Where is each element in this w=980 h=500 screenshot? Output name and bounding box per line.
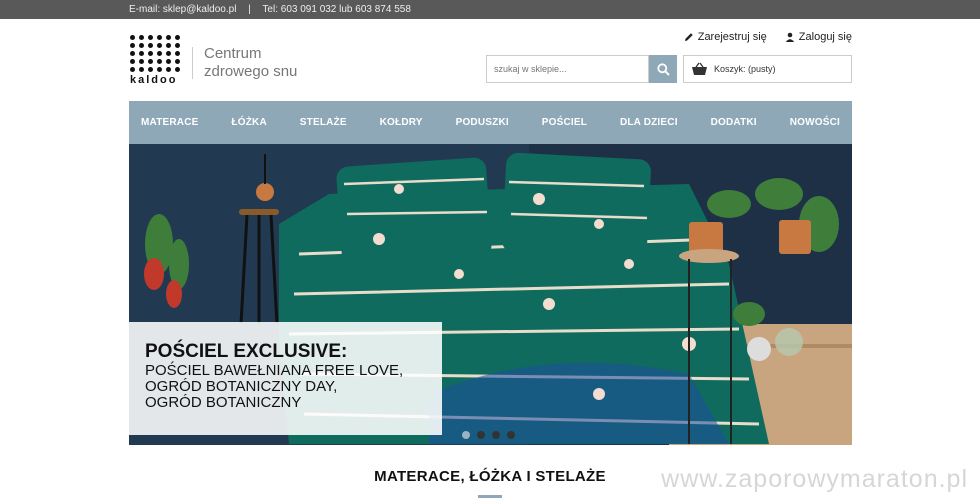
login-link[interactable]: Zaloguj się: [785, 31, 852, 43]
watermark: www.zaporowymaraton.pl: [661, 465, 968, 493]
hero-caption[interactable]: POŚCIEL EXCLUSIVE: POŚCIEL BAWEŁNIANA FR…: [129, 322, 442, 435]
hero-line-3: OGRÓD BOTANICZNY: [145, 394, 302, 411]
contact-separator: |: [248, 4, 251, 15]
nav-item-poduszki[interactable]: PODUSZKI: [456, 117, 509, 128]
section-title-underline: [478, 495, 502, 498]
slider-dot-3[interactable]: [492, 431, 500, 439]
nav-item-nowosci[interactable]: NOWOŚCI: [790, 117, 840, 128]
tagline-line-1: Centrum: [204, 45, 262, 62]
logo-wordmark: kaldoo: [130, 74, 178, 86]
logo-dots-icon: [130, 35, 180, 72]
basket-icon: [692, 62, 707, 75]
slider-dots: [462, 431, 515, 439]
cart-box[interactable]: Koszyk: (pusty): [683, 55, 852, 83]
nav-item-dodatki[interactable]: DODATKI: [711, 117, 757, 128]
main-nav: MATERACE ŁÓŻKA STELAŻE KOŁDRY PODUSZKI P…: [129, 101, 852, 144]
search-form: [486, 55, 677, 83]
search-button[interactable]: [649, 55, 677, 83]
hero-line-2: OGRÓD BOTANICZNY DAY,: [145, 378, 338, 395]
nav-item-koldry[interactable]: KOŁDRY: [380, 117, 423, 128]
nav-item-posciel[interactable]: POŚCIEL: [542, 117, 587, 128]
nav-item-dla-dzieci[interactable]: DLA DZIECI: [620, 117, 678, 128]
top-contact-bar: E-mail: sklep@kaldoo.pl | Tel: 603 091 0…: [0, 0, 980, 19]
kaldoo-logo[interactable]: kaldoo: [130, 35, 180, 87]
cart-label: Koszyk: (pusty): [714, 64, 776, 74]
pencil-icon: [684, 33, 693, 41]
nav-item-stelaze[interactable]: STELAŻE: [300, 117, 347, 128]
user-icon: [785, 32, 794, 42]
site-header: kaldoo Centrum zdrowego snu Zarejestruj …: [0, 19, 980, 101]
hero-title: POŚCIEL EXCLUSIVE:: [145, 341, 348, 362]
hero-slider[interactable]: POŚCIEL EXCLUSIVE: POŚCIEL BAWEŁNIANA FR…: [129, 144, 852, 445]
logo-divider: [192, 47, 193, 79]
nav-item-lozka[interactable]: ŁÓŻKA: [231, 117, 266, 128]
login-label: Zaloguj się: [798, 31, 852, 43]
search-icon: [656, 62, 670, 76]
tagline: Centrum zdrowego snu: [204, 45, 297, 81]
register-label: Zarejestruj się: [697, 31, 767, 43]
search-input[interactable]: [486, 55, 649, 83]
nav-item-materace[interactable]: MATERACE: [141, 117, 199, 128]
slider-dot-1[interactable]: [462, 431, 470, 439]
contact-email[interactable]: E-mail: sklep@kaldoo.pl: [129, 4, 236, 15]
hero-line-1: POŚCIEL BAWEŁNIANA FREE LOVE,: [145, 362, 404, 379]
contact-phone: Tel: 603 091 032 lub 603 874 558: [262, 4, 411, 15]
account-links: Zarejestruj się Zaloguj się: [684, 31, 852, 43]
register-link[interactable]: Zarejestruj się: [684, 31, 767, 43]
slider-dot-4[interactable]: [507, 431, 515, 439]
tagline-line-2: zdrowego snu: [204, 63, 298, 80]
slider-dot-2[interactable]: [477, 431, 485, 439]
